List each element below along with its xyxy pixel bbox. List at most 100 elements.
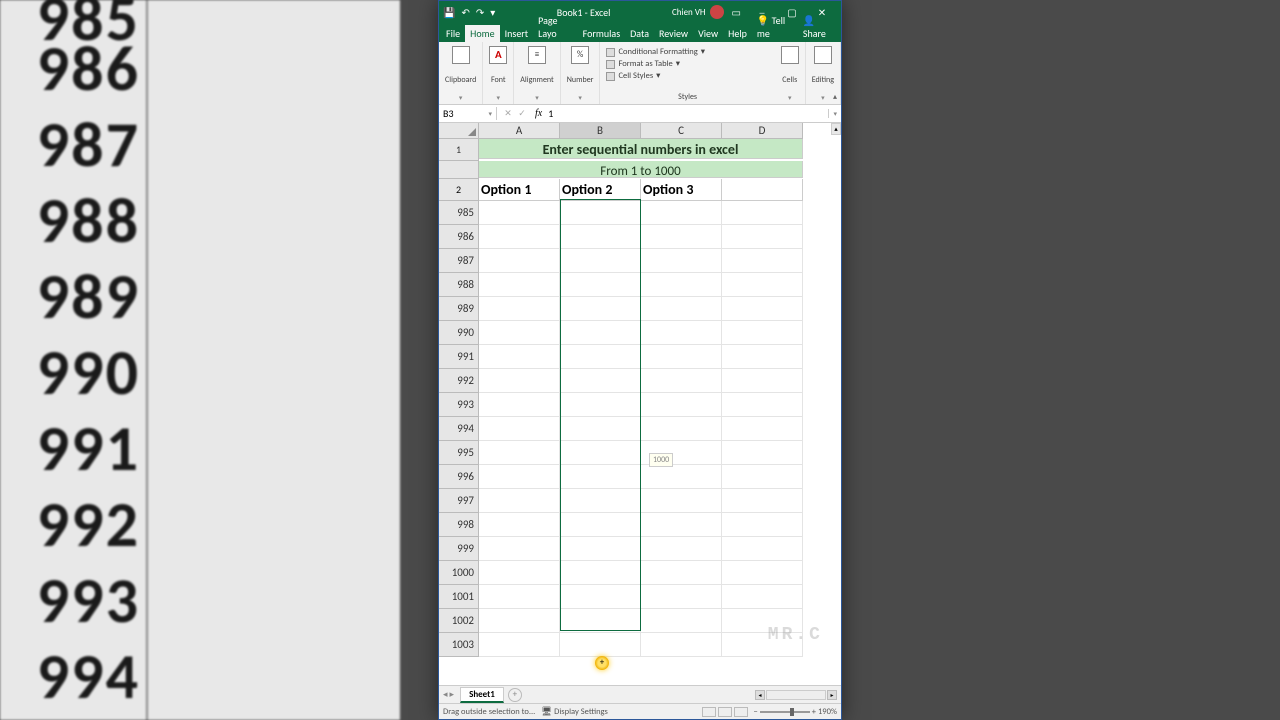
save-icon[interactable]: 💾	[443, 6, 455, 19]
cell[interactable]	[479, 609, 560, 633]
formula-expand-icon[interactable]: ▾	[828, 109, 841, 118]
cell[interactable]	[479, 345, 560, 369]
cell[interactable]	[479, 537, 560, 561]
col-header-B[interactable]: B	[560, 123, 641, 139]
cell[interactable]	[722, 321, 803, 345]
cell-C2[interactable]: Option 3	[641, 179, 722, 201]
row-header[interactable]: 986	[439, 225, 479, 249]
row-header[interactable]: 1003	[439, 633, 479, 657]
cell-A2[interactable]: Option 1	[479, 179, 560, 201]
user-account[interactable]: Chien VH	[672, 5, 724, 19]
cell[interactable]	[641, 297, 722, 321]
cell[interactable]	[722, 489, 803, 513]
cell[interactable]	[722, 393, 803, 417]
hscroll-right[interactable]: ▸	[827, 690, 837, 700]
cell[interactable]	[722, 513, 803, 537]
cell[interactable]	[560, 441, 641, 465]
cell[interactable]	[479, 561, 560, 585]
cell[interactable]	[722, 633, 803, 657]
horizontal-scrollbar[interactable]: ◂ ▸	[755, 690, 837, 700]
undo-icon[interactable]: ↶	[461, 6, 469, 19]
cell[interactable]	[560, 225, 641, 249]
number-icon[interactable]: %	[571, 46, 589, 64]
cell[interactable]	[641, 249, 722, 273]
tab-page-layout[interactable]: Page Layo	[533, 12, 578, 42]
cell[interactable]	[560, 201, 641, 225]
tab-file[interactable]: File	[441, 25, 465, 42]
cell[interactable]	[560, 513, 641, 537]
cell[interactable]	[722, 561, 803, 585]
namebox-dropdown-icon[interactable]: ▾	[488, 109, 492, 118]
cell[interactable]	[641, 345, 722, 369]
hscroll-track[interactable]	[766, 690, 826, 700]
row-header[interactable]: 991	[439, 345, 479, 369]
cells-icon[interactable]	[781, 46, 799, 64]
cell[interactable]	[722, 201, 803, 225]
row-header-1[interactable]: 1	[439, 139, 479, 161]
cell[interactable]	[641, 321, 722, 345]
cell-B2[interactable]: Option 2	[560, 179, 641, 201]
row-header[interactable]: 999	[439, 537, 479, 561]
cell[interactable]	[479, 369, 560, 393]
cell[interactable]	[560, 561, 641, 585]
cancel-formula-icon[interactable]: ✕	[501, 108, 515, 119]
cell[interactable]	[560, 609, 641, 633]
cell[interactable]	[560, 249, 641, 273]
row-header[interactable]: 1000	[439, 561, 479, 585]
cell[interactable]	[560, 345, 641, 369]
cell[interactable]	[560, 633, 641, 657]
cell[interactable]	[479, 489, 560, 513]
cell[interactable]	[479, 465, 560, 489]
cell[interactable]	[479, 633, 560, 657]
cell[interactable]	[641, 633, 722, 657]
cell[interactable]	[641, 537, 722, 561]
editing-icon[interactable]	[814, 46, 832, 64]
row-header[interactable]: 989	[439, 297, 479, 321]
zoom-percent[interactable]: 190%	[818, 707, 837, 717]
cell[interactable]	[722, 297, 803, 321]
tab-review[interactable]: Review	[654, 25, 693, 42]
cell[interactable]	[641, 273, 722, 297]
cell[interactable]	[722, 345, 803, 369]
tab-home[interactable]: Home	[465, 25, 499, 42]
cell[interactable]	[722, 441, 803, 465]
sheet-nav-next-icon[interactable]: ▸	[450, 689, 455, 700]
cell[interactable]	[641, 585, 722, 609]
row-header[interactable]: 990	[439, 321, 479, 345]
tab-data[interactable]: Data	[625, 25, 654, 42]
display-settings-button[interactable]: 🖥 Display Settings	[541, 707, 608, 717]
cell[interactable]	[560, 393, 641, 417]
cell-D2[interactable]	[722, 179, 803, 201]
tab-formulas[interactable]: Formulas	[578, 25, 625, 42]
cell[interactable]	[479, 297, 560, 321]
tab-help[interactable]: Help	[723, 25, 752, 42]
select-all-corner[interactable]	[439, 123, 479, 139]
cell[interactable]	[560, 585, 641, 609]
cell[interactable]	[479, 273, 560, 297]
cell[interactable]	[560, 417, 641, 441]
paste-icon[interactable]	[452, 46, 470, 64]
sheet-nav-prev-icon[interactable]: ◂	[443, 689, 448, 700]
row-header[interactable]: 995	[439, 441, 479, 465]
cell[interactable]	[479, 393, 560, 417]
cell[interactable]	[479, 585, 560, 609]
format-as-table-button[interactable]: Format as Table ▾	[606, 58, 768, 70]
tab-insert[interactable]: Insert	[500, 25, 534, 42]
title-cell[interactable]: Enter sequential numbers in excel	[479, 139, 803, 159]
tab-view[interactable]: View	[693, 25, 723, 42]
cell[interactable]	[722, 585, 803, 609]
cell[interactable]	[479, 513, 560, 537]
cell[interactable]	[479, 417, 560, 441]
view-page-break-icon[interactable]	[734, 707, 748, 717]
row-header[interactable]: 987	[439, 249, 479, 273]
cell[interactable]	[722, 273, 803, 297]
row-header[interactable]: 996	[439, 465, 479, 489]
col-header-C[interactable]: C	[641, 123, 722, 139]
cell[interactable]	[641, 225, 722, 249]
cell[interactable]	[722, 225, 803, 249]
row-header-2[interactable]: 2	[439, 179, 479, 201]
cell[interactable]	[641, 513, 722, 537]
name-box[interactable]: B3 ▾	[439, 107, 497, 120]
cell[interactable]	[722, 249, 803, 273]
cell[interactable]	[479, 201, 560, 225]
